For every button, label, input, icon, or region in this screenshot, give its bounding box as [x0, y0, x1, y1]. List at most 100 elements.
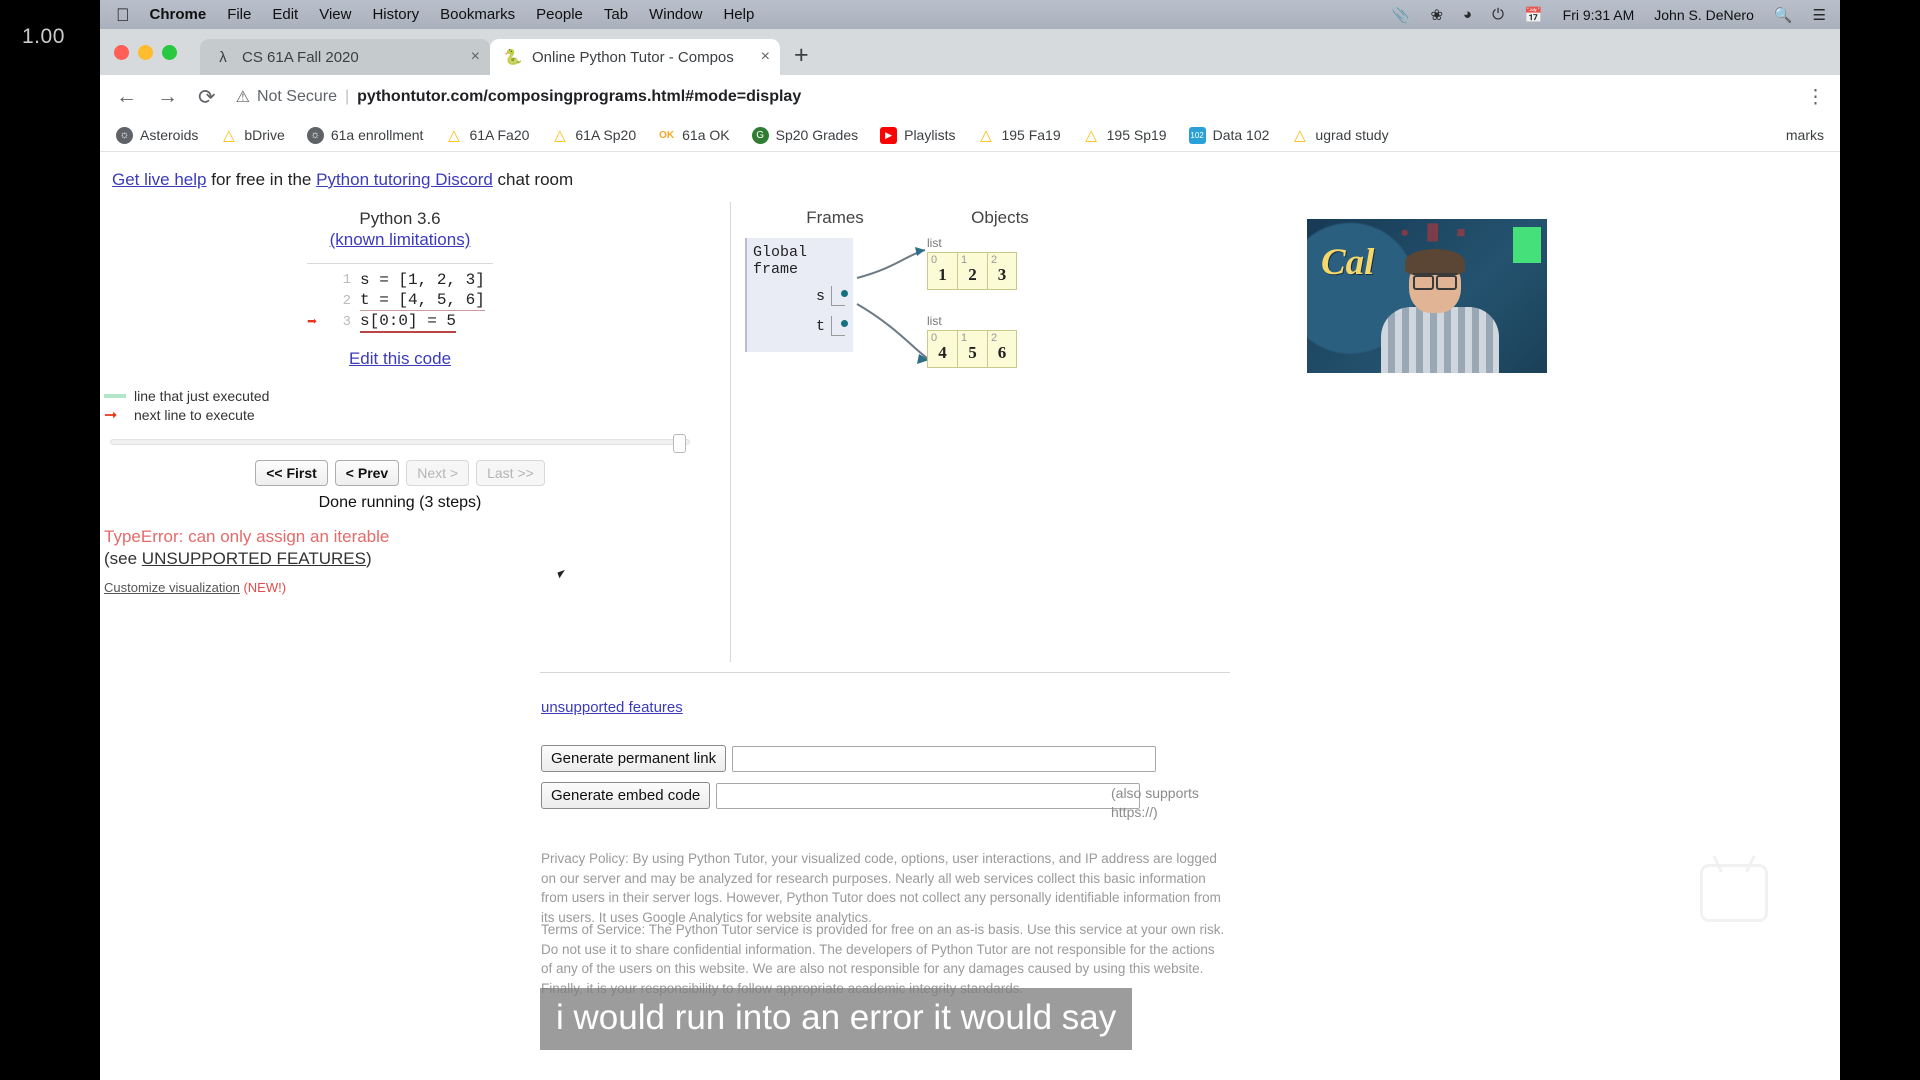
- generate-permalink-row: Generate permanent link: [541, 745, 1156, 772]
- maximize-window-button[interactable]: [162, 45, 177, 60]
- menu-item-view[interactable]: View: [319, 6, 351, 23]
- known-limitations-link[interactable]: (known limitations): [330, 230, 471, 249]
- bookmark-ugrad-study[interactable]: △ ugrad study: [1291, 127, 1388, 144]
- tab-title: CS 61A Fall 2020: [242, 49, 465, 66]
- data102-icon: 102: [1189, 127, 1206, 144]
- menu-item-chrome[interactable]: Chrome: [150, 6, 207, 23]
- security-status[interactable]: ⚠ Not Secure: [236, 87, 337, 107]
- edit-this-code-link[interactable]: Edit this code: [349, 349, 451, 368]
- line-source: s = [1, 2, 3]: [360, 271, 485, 289]
- control-center-icon[interactable]: ☰: [1813, 6, 1826, 24]
- bookmark-195-fa19[interactable]: △ 195 Fa19: [977, 127, 1060, 144]
- prev-step-button[interactable]: < Prev: [335, 460, 399, 486]
- bookmark-label: Playlists: [904, 127, 955, 143]
- paperclip-icon[interactable]: 📎: [1392, 6, 1411, 24]
- error-see-line: (see UNSUPPORTED FEATURES): [104, 548, 700, 570]
- line-number: 2: [333, 293, 351, 309]
- slider-track[interactable]: [110, 439, 690, 445]
- forward-arrow-icon[interactable]: →: [157, 85, 178, 109]
- list-object-t: list 0 4 1 5 2 6: [927, 314, 1017, 368]
- unsupported-features-link[interactable]: UNSUPPORTED FEATURES: [142, 549, 366, 568]
- step-slider[interactable]: [100, 439, 700, 445]
- execution-legend: line that just executed ➞ next line to e…: [100, 387, 700, 425]
- browser-tab-cs61a[interactable]: λ CS 61A Fall 2020 ×: [200, 39, 490, 75]
- browser-toolbar: ← → ⟳ ⚠ Not Secure | pythontutor.com/com…: [100, 75, 1840, 119]
- globe-icon: ☼: [307, 127, 324, 144]
- bookmark-bdrive[interactable]: △ bDrive: [220, 127, 284, 144]
- menu-item-help[interactable]: Help: [723, 6, 754, 23]
- battery-icon[interactable]: ⏻: [1492, 6, 1504, 23]
- bookmark-sp20-grades[interactable]: G Sp20 Grades: [752, 127, 859, 144]
- code-line-2: 2 t = [4, 5, 6]: [307, 291, 493, 312]
- bluetooth-icon[interactable]: ❀: [1430, 6, 1443, 24]
- customize-visualization-link[interactable]: Customize visualization: [104, 580, 240, 595]
- browser-tab-strip: λ CS 61A Fall 2020 × 🐍 Online Python Tut…: [100, 29, 1840, 75]
- new-tab-button[interactable]: +: [794, 41, 809, 70]
- menu-item-people[interactable]: People: [536, 6, 583, 23]
- bookmark-61a-enrollment[interactable]: ☼ 61a enrollment: [307, 127, 424, 144]
- menu-item-window[interactable]: Window: [649, 6, 702, 23]
- menu-bar-status-area: 📎 ❀ ◕ ⏻ 📅 Fri 9:31 AM John S. DeNero 🔍 ☰: [1392, 0, 1826, 29]
- last-step-button[interactable]: Last >>: [476, 460, 545, 486]
- python-icon: 🐍: [504, 48, 522, 66]
- see-suffix: ): [366, 549, 372, 568]
- screen-recording-frame: 1.00  Chrome File Edit View History Boo…: [0, 0, 1920, 1080]
- close-tab-icon[interactable]: ×: [465, 48, 480, 66]
- menu-item-edit[interactable]: Edit: [272, 6, 298, 23]
- bookmark-label: Data 102: [1213, 127, 1270, 143]
- cell-value: 1: [928, 265, 957, 285]
- menu-item-history[interactable]: History: [372, 6, 419, 23]
- menu-bar-clock[interactable]: Fri 9:31 AM: [1563, 7, 1635, 23]
- bookmark-61a-ok[interactable]: OK 61a OK: [658, 127, 729, 144]
- legend-label: next line to execute: [134, 407, 255, 423]
- other-bookmarks-button[interactable]: marks: [1786, 127, 1824, 143]
- close-window-button[interactable]: [114, 45, 129, 60]
- other-bookmarks-label: marks: [1786, 127, 1824, 143]
- bookmark-195-sp19[interactable]: △ 195 Sp19: [1083, 127, 1167, 144]
- omnibox-divider: |: [345, 88, 349, 106]
- variable-pointer-slot: [831, 316, 845, 336]
- menu-item-bookmarks[interactable]: Bookmarks: [440, 6, 515, 23]
- menu-item-file[interactable]: File: [227, 6, 251, 23]
- unsupported-features-row: unsupported features: [541, 699, 683, 716]
- minimize-window-button[interactable]: [138, 45, 153, 60]
- apple-icon[interactable]: : [116, 6, 130, 24]
- calendar-icon[interactable]: 📅: [1524, 6, 1543, 24]
- object-type-label: list: [927, 236, 1017, 250]
- drive-icon: △: [1291, 127, 1308, 144]
- first-step-button[interactable]: << First: [255, 460, 328, 486]
- close-tab-icon[interactable]: ×: [755, 48, 770, 66]
- new-badge: (NEW!): [243, 580, 286, 595]
- code-column: Python 3.6 (known limitations) 1 s = [1,…: [100, 208, 700, 595]
- permalink-input[interactable]: [732, 746, 1156, 772]
- error-message: TypeError: can only assign an iterable: [104, 526, 700, 548]
- generate-permanent-link-button[interactable]: Generate permanent link: [541, 745, 726, 772]
- bookmark-61a-fa20[interactable]: △ 61A Fa20: [445, 127, 529, 144]
- search-icon[interactable]: 🔍: [1774, 6, 1793, 24]
- get-live-help-link[interactable]: Get live help: [112, 170, 207, 189]
- slider-handle[interactable]: [673, 434, 686, 453]
- menu-item-tab[interactable]: Tab: [604, 6, 628, 23]
- bookmark-61a-sp20[interactable]: △ 61A Sp20: [551, 127, 636, 144]
- bookmarks-bar: ☼ Asteroids △ bDrive ☼ 61a enrollment △ …: [100, 119, 1840, 152]
- unsupported-features-footer-link[interactable]: unsupported features: [541, 699, 683, 716]
- kebab-menu-icon[interactable]: ⋮: [1806, 86, 1824, 109]
- cell-value: 2: [958, 265, 987, 285]
- bookmark-asteroids[interactable]: ☼ Asteroids: [116, 127, 198, 144]
- reload-icon[interactable]: ⟳: [198, 85, 216, 110]
- bookmark-playlists[interactable]: ▶ Playlists: [880, 127, 955, 144]
- embed-hint-text: (also supports https://): [1111, 784, 1211, 822]
- address-bar[interactable]: ⚠ Not Secure | pythontutor.com/composing…: [236, 82, 1786, 112]
- bookmark-data-102[interactable]: 102 Data 102: [1189, 127, 1270, 144]
- next-step-button[interactable]: Next >: [406, 460, 469, 486]
- column-divider: [730, 202, 731, 662]
- embed-code-input[interactable]: [716, 783, 1140, 809]
- presenter-figure: [1379, 249, 1501, 373]
- menu-bar-user[interactable]: John S. DeNero: [1654, 7, 1754, 23]
- discord-link[interactable]: Python tutoring Discord: [316, 170, 493, 189]
- wifi-icon[interactable]: ◕: [1463, 6, 1472, 23]
- bookmark-label: Asteroids: [140, 127, 198, 143]
- back-arrow-icon[interactable]: ←: [116, 85, 137, 109]
- generate-embed-code-button[interactable]: Generate embed code: [541, 782, 710, 809]
- browser-tab-python-tutor[interactable]: 🐍 Online Python Tutor - Compos ×: [490, 39, 780, 75]
